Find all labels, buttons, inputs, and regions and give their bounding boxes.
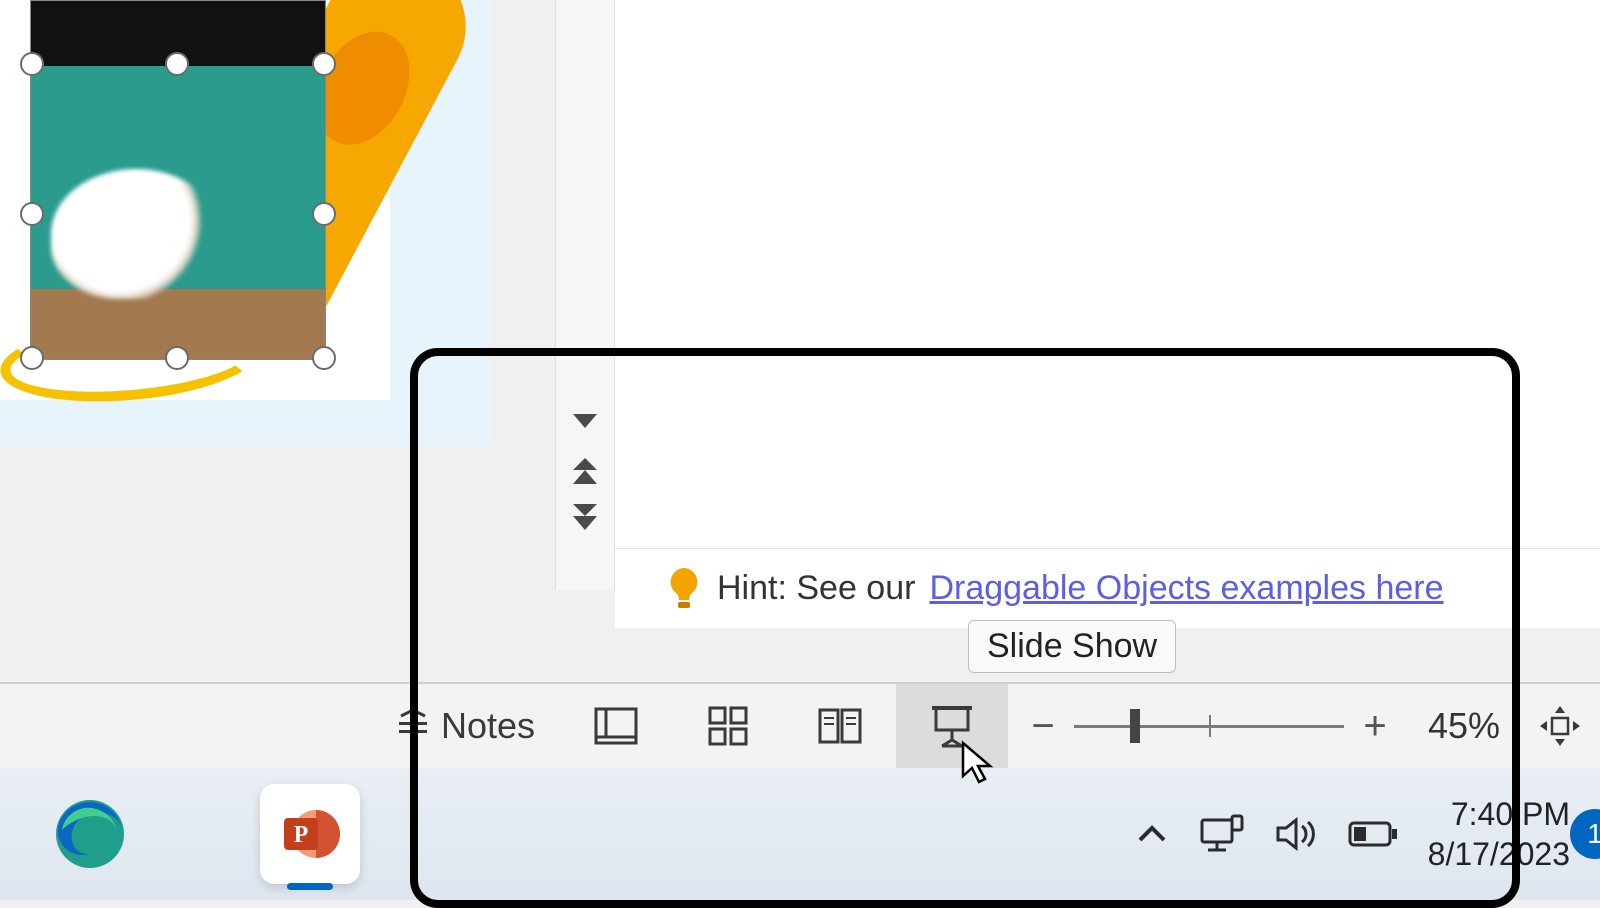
editor-whitespace bbox=[615, 0, 1600, 548]
zoom-out-button[interactable]: − bbox=[1018, 704, 1068, 749]
resize-handle-n[interactable] bbox=[165, 52, 189, 76]
notification-badge[interactable]: 1 bbox=[1570, 809, 1600, 859]
hint-bar: Hint: See our Draggable Objects examples… bbox=[615, 548, 1600, 628]
powerpoint-icon[interactable]: P bbox=[260, 784, 360, 884]
reading-view-icon bbox=[818, 706, 862, 746]
slide-show-icon bbox=[930, 704, 974, 748]
resize-handle-ne[interactable] bbox=[312, 52, 336, 76]
vertical-scrollbar[interactable] bbox=[555, 0, 615, 590]
svg-text:P: P bbox=[294, 822, 309, 848]
resize-handle-sw[interactable] bbox=[20, 346, 44, 370]
slide-sorter-button[interactable] bbox=[672, 684, 784, 768]
scroll-down-icon[interactable] bbox=[571, 410, 599, 432]
fit-to-window-icon bbox=[1538, 704, 1582, 748]
tooltip-label: Slide Show bbox=[987, 627, 1157, 665]
slide-canvas[interactable] bbox=[0, 0, 490, 445]
network-icon[interactable] bbox=[1198, 814, 1244, 854]
image-region-paw bbox=[51, 169, 221, 299]
hint-text-prefix: Hint: See our bbox=[717, 569, 915, 608]
tray-overflow-icon[interactable] bbox=[1136, 822, 1168, 846]
reading-view-button[interactable] bbox=[784, 684, 896, 768]
notes-icon bbox=[395, 708, 431, 744]
resize-handle-nw[interactable] bbox=[20, 52, 44, 76]
zoom-slider[interactable] bbox=[1074, 725, 1344, 728]
zoom-in-button[interactable]: + bbox=[1350, 704, 1400, 749]
tooltip-slideshow: Slide Show bbox=[968, 620, 1176, 673]
next-slide-icon[interactable] bbox=[571, 502, 599, 532]
normal-view-icon bbox=[594, 707, 638, 745]
lightbulb-icon bbox=[665, 566, 703, 612]
system-tray: 7:40 PM 8/17/2023 bbox=[1136, 794, 1570, 874]
slide[interactable] bbox=[0, 0, 390, 400]
notes-button[interactable]: Notes bbox=[370, 684, 560, 768]
clock-date: 8/17/2023 bbox=[1428, 834, 1570, 874]
zoom-percent[interactable]: 45% bbox=[1428, 705, 1500, 747]
resize-handle-w[interactable] bbox=[20, 202, 44, 226]
zoom-slider-midpoint bbox=[1209, 715, 1211, 737]
resize-handle-se[interactable] bbox=[312, 346, 336, 370]
zoom-control: − + bbox=[1018, 704, 1400, 749]
volume-icon[interactable] bbox=[1274, 814, 1318, 854]
normal-view-button[interactable] bbox=[560, 684, 672, 768]
status-bar: Notes − + 45% bbox=[0, 682, 1600, 768]
notification-count: 1 bbox=[1587, 818, 1600, 850]
fit-to-window-button[interactable] bbox=[1530, 684, 1590, 768]
battery-icon[interactable] bbox=[1348, 819, 1398, 849]
clock[interactable]: 7:40 PM 8/17/2023 bbox=[1428, 794, 1570, 874]
previous-slide-icon[interactable] bbox=[571, 456, 599, 486]
resize-handle-e[interactable] bbox=[312, 202, 336, 226]
resize-handle-s[interactable] bbox=[165, 346, 189, 370]
notes-label: Notes bbox=[441, 705, 535, 747]
zoom-slider-thumb[interactable] bbox=[1130, 709, 1140, 743]
edge-browser-icon[interactable] bbox=[40, 784, 140, 884]
grid-icon bbox=[708, 706, 748, 746]
clock-time: 7:40 PM bbox=[1428, 794, 1570, 834]
hint-link[interactable]: Draggable Objects examples here bbox=[929, 569, 1443, 608]
taskbar[interactable]: P 7:40 PM 8/17/2023 1 bbox=[0, 768, 1600, 900]
slide-show-button[interactable] bbox=[896, 684, 1008, 768]
